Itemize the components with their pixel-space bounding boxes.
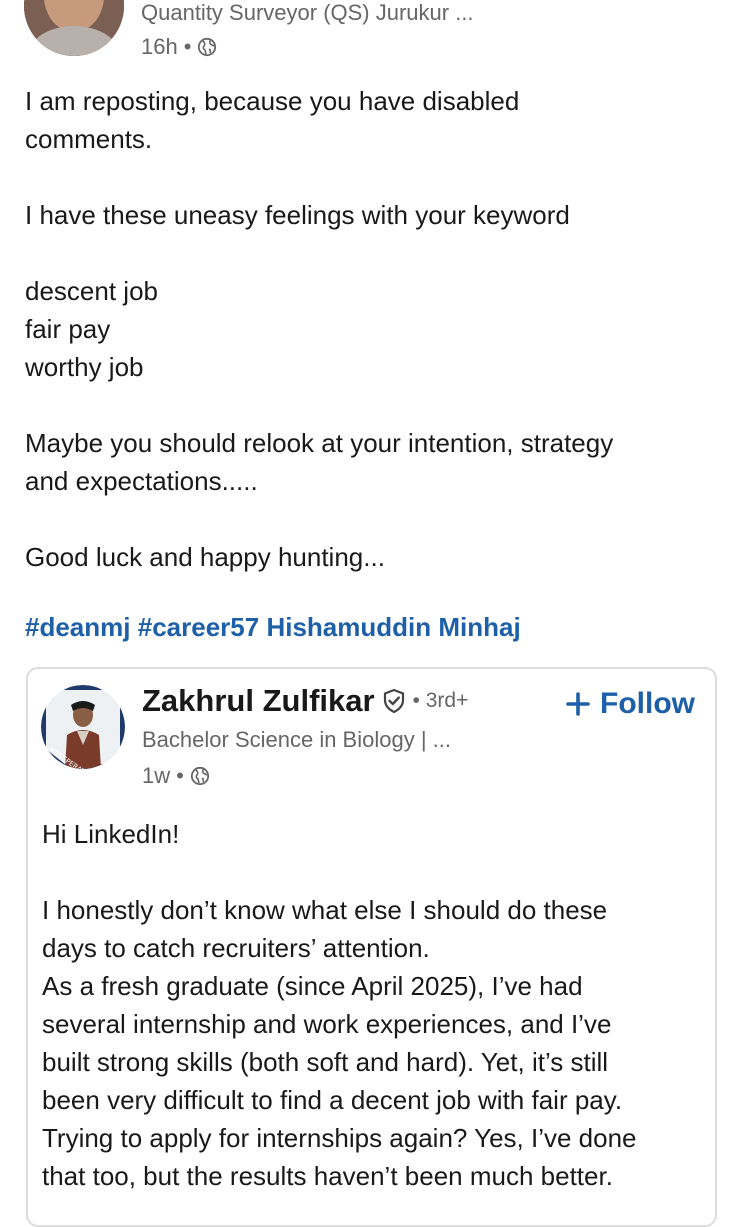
hashtag-link[interactable]: #deanmj [25,612,131,642]
globe-icon [190,766,209,786]
shared-post-line: Hi LinkedIn! [42,819,180,849]
connection-degree: • 3rd+ [412,689,469,712]
verified-shield-icon [383,688,404,714]
shared-post-line: I honestly don’t know what else I should… [42,895,608,925]
post-line: I have these uneasy feelings with your k… [25,200,570,230]
mention-link[interactable]: Hishamuddin Minhaj [266,612,520,642]
post-line: and expectations..... [25,466,258,496]
author-avatar-image [24,0,124,56]
follow-label: Follow [600,687,695,720]
post-timestamp-row: 16h • [141,34,217,60]
post-author-header: Quantity Surveyor (QS) Jurukur ... 16h • [0,0,745,70]
post-time: 16h [141,34,178,59]
follow-button[interactable]: Follow [566,687,695,721]
post-line: Maybe you should relook at your intentio… [25,428,614,458]
meta-separator: • [176,763,184,788]
post-text: I am reposting, because you have disable… [25,82,715,576]
post-line: Good luck and happy hunting... [25,542,385,572]
shared-post-line: been very difficult to find a decent job… [42,1085,623,1115]
shared-author-name[interactable]: Zakhrul Zulfikar [142,683,375,719]
author-avatar[interactable] [24,0,124,56]
shared-post-text: Hi LinkedIn! I honestly don’t know what … [42,815,707,1195]
shared-post-line: Trying to apply for internships again? Y… [42,1123,637,1153]
shared-post-line: several internship and work experiences,… [42,1009,612,1039]
shared-post-time: 1w [142,763,171,788]
post-line: descent job [25,276,158,306]
meta-separator: • [183,34,192,59]
plus-icon [566,692,590,716]
shared-timestamp-row: 1w • [142,763,210,789]
post-line: comments. [25,124,153,154]
hashtag-row: #deanmj #career57 Hishamuddin Minhaj [25,612,521,643]
hashtag-link[interactable]: #career57 [138,612,259,642]
author-headline[interactable]: Quantity Surveyor (QS) Jurukur ... [141,0,474,26]
post-line: I am reposting, because you have disable… [25,86,520,116]
shared-avatar-image: #DESPERATE [41,685,125,769]
post-line: fair pay [25,314,111,344]
shared-author-headline[interactable]: Bachelor Science in Biology | ... [142,727,451,753]
shared-post-line: days to catch recruiters’ attention. [42,933,430,963]
shared-post-line: As a fresh graduate (since April 2025), … [42,971,583,1001]
shared-author-name-row: Zakhrul Zulfikar • 3rd+ [142,683,468,719]
shared-post-card[interactable]: #DESPERATE Zakhrul Zulfikar • 3rd+ Follo… [26,667,717,1227]
post-line: worthy job [25,352,144,382]
shared-post-line: built strong skills (both soft and hard)… [42,1047,609,1077]
globe-icon [198,37,217,57]
shared-post-line: that too, but the results haven’t been m… [42,1161,613,1191]
shared-author-avatar[interactable]: #DESPERATE [41,685,125,769]
